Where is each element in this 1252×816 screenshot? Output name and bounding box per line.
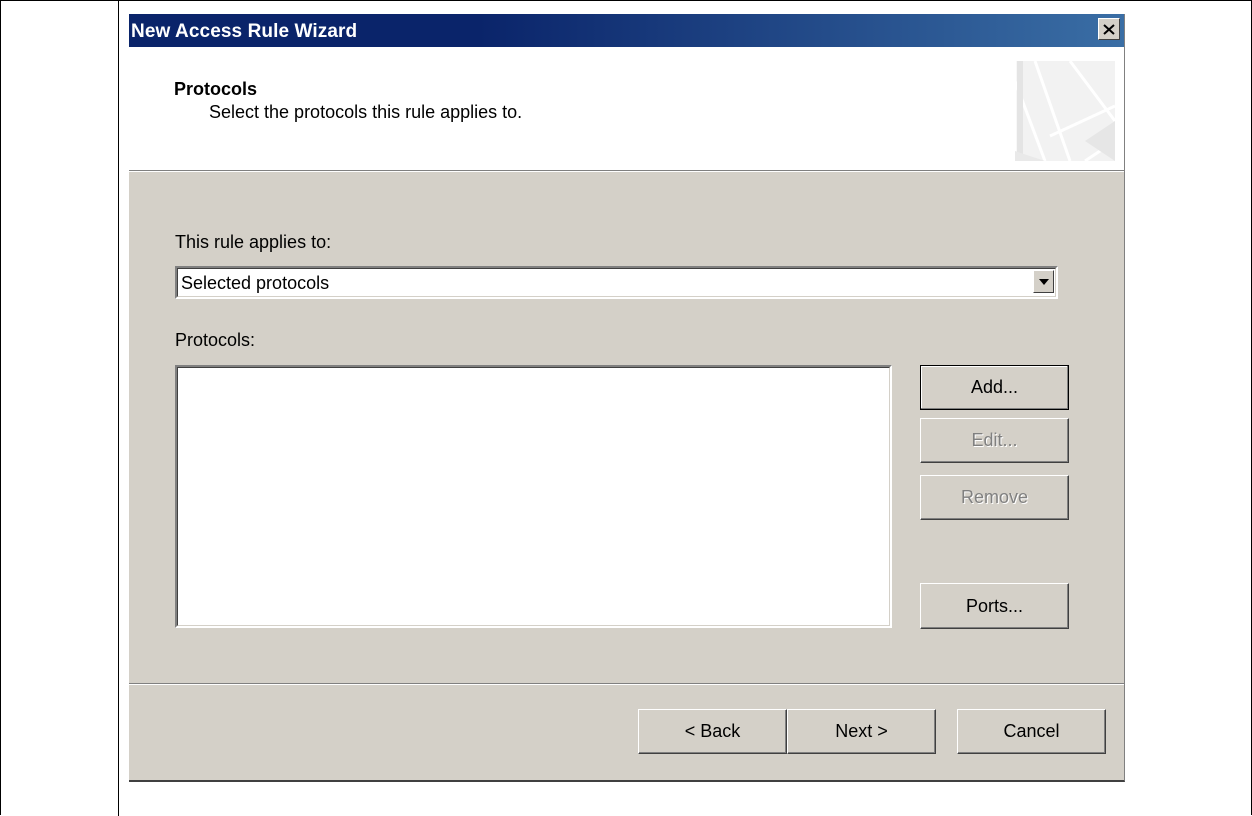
applies-to-select[interactable]: Selected protocols xyxy=(175,266,1058,299)
cancel-button-label: Cancel xyxy=(1003,721,1060,741)
applies-to-label: This rule applies to: xyxy=(175,232,332,252)
ports-button[interactable]: Ports... xyxy=(920,583,1069,629)
wizard-dialog: New Access Rule Wizard Protocols Select … xyxy=(129,14,1125,782)
title-bar[interactable]: New Access Rule Wizard xyxy=(129,14,1124,47)
remove-button[interactable]: Remove xyxy=(920,475,1069,520)
add-button-label: Add... xyxy=(970,377,1019,397)
next-button-label: Next > xyxy=(835,721,888,741)
ports-button-label: Ports... xyxy=(965,595,1023,616)
protocols-label: Protocols: xyxy=(175,330,256,350)
cancel-button[interactable]: Cancel xyxy=(957,709,1106,754)
edit-button-label: Edit... xyxy=(971,430,1018,450)
protocols-list[interactable] xyxy=(175,365,892,628)
chevron-down-icon xyxy=(1038,278,1049,285)
wizard-header: Protocols Select the protocols this rule… xyxy=(129,47,1124,171)
header-divider xyxy=(129,171,1124,172)
frame-top-line xyxy=(0,0,1252,1)
applies-to-value: Selected protocols xyxy=(181,273,330,293)
add-button[interactable]: Add... xyxy=(920,365,1069,410)
close-button[interactable] xyxy=(1098,18,1120,40)
remove-button-label: Remove xyxy=(960,487,1029,507)
close-icon xyxy=(1103,23,1115,35)
next-button[interactable]: Next > xyxy=(787,709,936,754)
wizard-graphic xyxy=(1015,61,1115,161)
back-button-label: < Back xyxy=(684,721,741,741)
dropdown-button[interactable] xyxy=(1033,270,1054,293)
frame-divider xyxy=(118,0,119,816)
page-subtitle: Select the protocols this rule applies t… xyxy=(209,102,523,122)
edit-button[interactable]: Edit... xyxy=(920,418,1069,463)
page-title: Protocols xyxy=(174,79,258,99)
window-title: New Access Rule Wizard xyxy=(131,21,358,42)
back-button[interactable]: < Back xyxy=(638,709,787,754)
